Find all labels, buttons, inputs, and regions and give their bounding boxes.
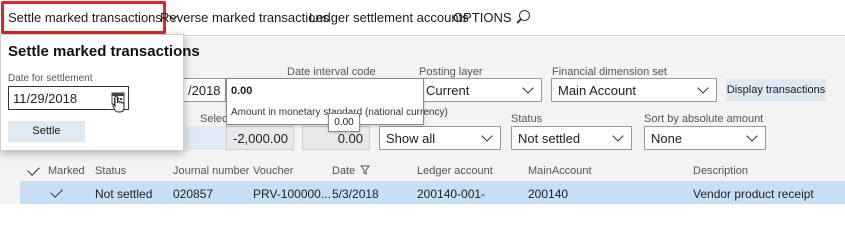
filter-icon[interactable] bbox=[360, 165, 371, 175]
select-all-checkmark-icon[interactable] bbox=[27, 163, 40, 176]
selected-indicator bbox=[186, 126, 226, 150]
tooltip-value: 0.00 bbox=[231, 85, 253, 97]
col-marked[interactable]: Marked bbox=[48, 165, 85, 177]
table-row[interactable]: Not settled 020857 PRV-100000... 5/3/201… bbox=[20, 182, 845, 204]
col-date-label: Date bbox=[332, 165, 356, 177]
show-value: Show all bbox=[386, 131, 436, 146]
settle-flyout: Settle marked transactions Date for sett… bbox=[0, 34, 200, 151]
marked-checkmark-icon[interactable] bbox=[50, 185, 63, 198]
selected-amount-field: -2,000.00 bbox=[226, 126, 294, 150]
financial-dimension-value: Main Account bbox=[558, 83, 637, 98]
settle-button[interactable]: Settle bbox=[8, 121, 85, 142]
reverse-marked-menu-button[interactable]: Reverse marked transactions bbox=[160, 10, 329, 25]
row-date: 5/3/2018 bbox=[332, 187, 379, 201]
status-select[interactable]: Not settled bbox=[511, 126, 632, 150]
status-value: Not settled bbox=[518, 131, 581, 146]
action-bar: Settle marked transactions Reverse marke… bbox=[0, 0, 845, 36]
date-for-settlement-label: Date for settlement bbox=[8, 73, 93, 84]
ledger-settlement-accounts-button[interactable]: Ledger settlement accounts bbox=[309, 10, 469, 25]
col-ledger-account[interactable]: Ledger account bbox=[417, 165, 493, 177]
posting-layer-label: Posting layer bbox=[419, 66, 483, 78]
highlight-box bbox=[1, 1, 166, 34]
posting-layer-select[interactable]: Current bbox=[419, 78, 542, 102]
financial-dimension-label: Financial dimension set bbox=[552, 66, 667, 78]
col-journal-number[interactable]: Journal number bbox=[173, 165, 249, 177]
row-ledger-account: 200140-001- bbox=[417, 187, 486, 201]
hand-cursor-icon bbox=[112, 95, 125, 113]
amount-tooltip: 0.00 Amount in monetary standard (nation… bbox=[226, 78, 448, 125]
display-transactions-button[interactable]: Display transactions bbox=[726, 79, 826, 101]
search-icon[interactable] bbox=[519, 10, 530, 21]
posting-layer-value: Current bbox=[426, 83, 470, 98]
row-journal-number: 020857 bbox=[173, 187, 214, 201]
status-label: Status bbox=[511, 113, 543, 125]
row-main-account: 200140 bbox=[528, 187, 569, 201]
from-date-field[interactable]: /2018 bbox=[182, 78, 226, 102]
col-voucher[interactable]: Voucher bbox=[253, 165, 293, 177]
options-menu-button[interactable]: OPTIONS bbox=[453, 10, 512, 25]
financial-dimension-select[interactable]: Main Account bbox=[551, 78, 717, 102]
settlement-date-input[interactable]: 11/29/2018 bbox=[8, 86, 129, 110]
sort-select[interactable]: None bbox=[644, 126, 766, 150]
grid-header: Marked Status Journal number Voucher Dat… bbox=[20, 161, 845, 182]
row-voucher: PRV-100000... bbox=[253, 187, 331, 201]
flyout-title: Settle marked transactions bbox=[8, 43, 200, 60]
sort-value: None bbox=[651, 131, 683, 146]
col-status[interactable]: Status bbox=[95, 165, 126, 177]
row-description: Vendor product receipt bbox=[693, 187, 814, 201]
show-select[interactable]: Show all bbox=[379, 126, 501, 150]
col-main-account[interactable]: MainAccount bbox=[528, 165, 592, 177]
col-description[interactable]: Description bbox=[693, 165, 748, 177]
date-interval-label: Date interval code bbox=[287, 66, 376, 78]
amount-badge: 0.00 bbox=[328, 113, 360, 132]
col-date[interactable]: Date bbox=[332, 165, 371, 177]
sort-label: Sort by absolute amount bbox=[644, 113, 764, 125]
row-status: Not settled bbox=[95, 187, 153, 201]
settlement-date-value: 11/29/2018 bbox=[13, 91, 78, 106]
